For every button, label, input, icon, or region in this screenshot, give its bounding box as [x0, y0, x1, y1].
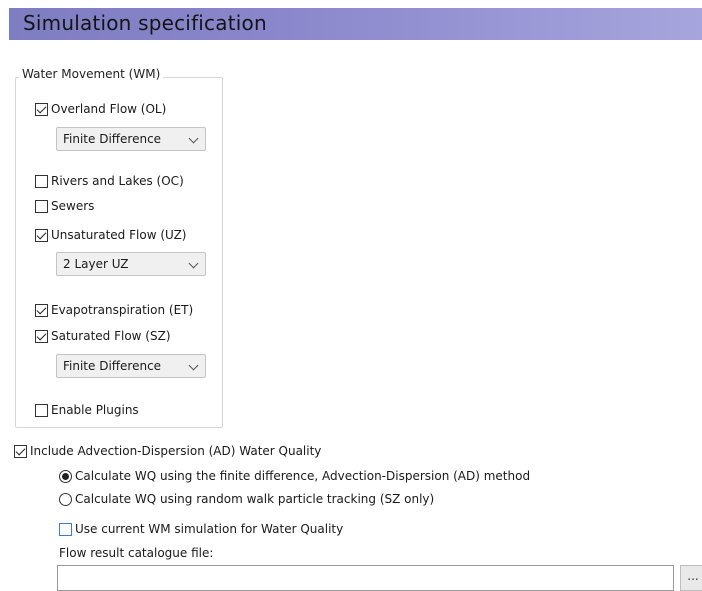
rivers-lakes-checkbox[interactable]: Rivers and Lakes (OC) — [35, 172, 184, 190]
checkbox-box[interactable] — [59, 522, 72, 536]
overland-flow-label: Overland Flow (OL) — [51, 102, 167, 116]
checkbox-box[interactable] — [14, 444, 27, 458]
unsaturated-flow-solver-select[interactable]: 2 Layer UZ — [56, 252, 206, 276]
checkbox-box[interactable] — [35, 228, 48, 242]
saturated-flow-label: Saturated Flow (SZ) — [51, 329, 171, 343]
evapotranspiration-label: Evapotranspiration (ET) — [51, 303, 194, 317]
checkbox-box[interactable] — [35, 329, 48, 343]
evapotranspiration-checkbox[interactable]: Evapotranspiration (ET) — [35, 301, 193, 319]
chevron-down-icon — [188, 360, 199, 371]
overland-flow-solver-value: Finite Difference — [63, 132, 162, 146]
include-ad-label: Include Advection-Dispersion (AD) Water … — [30, 444, 322, 458]
checkbox-box[interactable] — [35, 174, 48, 188]
water-movement-group-title: Water Movement (WM) — [19, 67, 164, 81]
use-current-wm-checkbox[interactable]: Use current WM simulation for Water Qual… — [59, 520, 343, 538]
enable-plugins-label: Enable Plugins — [51, 403, 139, 417]
rivers-lakes-label: Rivers and Lakes (OC) — [51, 174, 184, 188]
unsaturated-flow-label: Unsaturated Flow (UZ) — [51, 228, 187, 242]
radio-button[interactable] — [59, 492, 72, 506]
sewers-checkbox[interactable]: Sewers — [35, 197, 94, 215]
checkbox-box[interactable] — [35, 403, 48, 417]
checkbox-box[interactable] — [35, 199, 48, 213]
checkbox-box[interactable] — [35, 303, 48, 317]
chevron-down-icon — [188, 258, 199, 269]
chevron-down-icon — [188, 133, 199, 144]
enable-plugins-checkbox[interactable]: Enable Plugins — [35, 401, 139, 419]
saturated-flow-solver-select[interactable]: Finite Difference — [56, 354, 206, 378]
wq-method-rw-radio[interactable]: Calculate WQ using random walk particle … — [59, 490, 434, 508]
unsaturated-flow-checkbox[interactable]: Unsaturated Flow (UZ) — [35, 226, 186, 244]
use-current-wm-label: Use current WM simulation for Water Qual… — [75, 522, 344, 536]
wq-method-fd-radio[interactable]: Calculate WQ using the finite difference… — [59, 467, 530, 485]
unsaturated-flow-solver-value: 2 Layer UZ — [63, 257, 129, 271]
radio-button[interactable] — [59, 469, 72, 483]
sewers-label: Sewers — [51, 199, 95, 213]
saturated-flow-checkbox[interactable]: Saturated Flow (SZ) — [35, 327, 171, 345]
flow-result-file-input[interactable] — [57, 565, 674, 591]
wq-method-fd-label: Calculate WQ using the finite difference… — [75, 469, 531, 483]
include-ad-checkbox[interactable]: Include Advection-Dispersion (AD) Water … — [14, 442, 321, 460]
checkbox-box[interactable] — [35, 102, 48, 116]
saturated-flow-solver-value: Finite Difference — [63, 359, 162, 373]
flow-result-label: Flow result catalogue file: — [59, 546, 214, 560]
browse-button[interactable]: ... — [680, 565, 702, 591]
section-title: Simulation specification — [23, 11, 267, 35]
wq-method-rw-label: Calculate WQ using random walk particle … — [75, 492, 435, 506]
section-header: Simulation specification — [9, 8, 702, 40]
overland-flow-checkbox[interactable]: Overland Flow (OL) — [35, 100, 166, 118]
overland-flow-solver-select[interactable]: Finite Difference — [56, 127, 206, 151]
